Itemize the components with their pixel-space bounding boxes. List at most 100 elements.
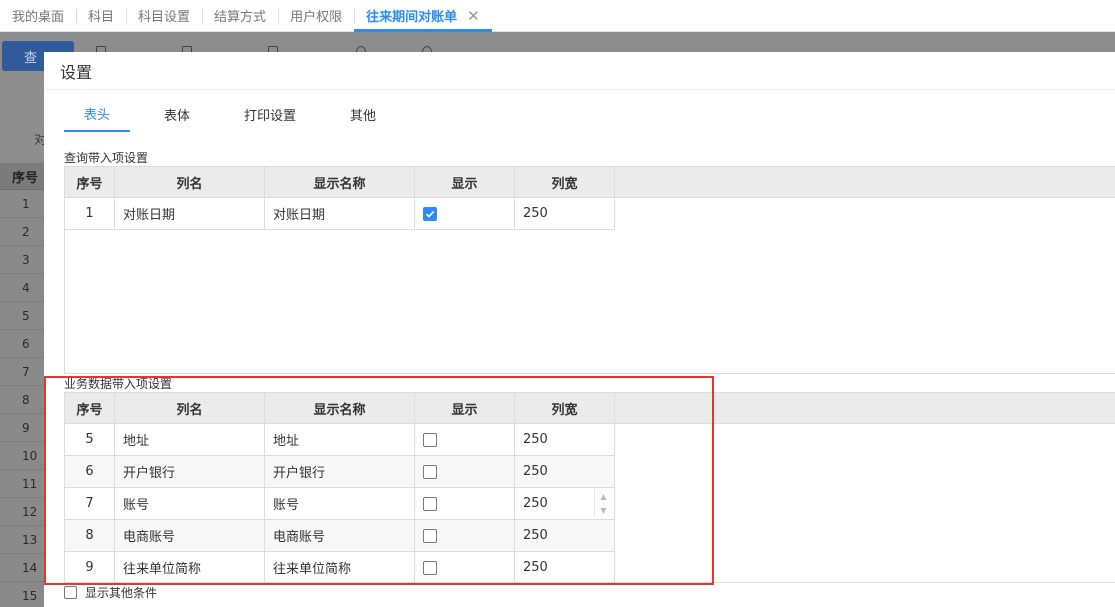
- query-section-label: 查询带入项设置: [64, 151, 149, 165]
- table-row[interactable]: 9 往来单位简称 往来单位简称 250: [65, 552, 1115, 584]
- tab-label: 科目设置: [138, 10, 191, 25]
- row-name: 地址: [115, 424, 265, 456]
- row-display-name-input[interactable]: 电商账号: [265, 520, 415, 552]
- row-number: 1: [0, 190, 44, 218]
- tab-print-settings[interactable]: 打印设置: [224, 96, 316, 132]
- row-no: 1: [65, 198, 115, 230]
- show-other-conditions-checkbox[interactable]: [64, 586, 77, 599]
- tab-desktop[interactable]: 我的桌面: [0, 0, 76, 31]
- row-no: 5: [65, 424, 115, 456]
- tab-label: 科目: [88, 10, 115, 25]
- number-spinner: ▲ ▼: [594, 489, 612, 518]
- column-header-no: 序号: [65, 393, 115, 423]
- row-name: 账号: [115, 488, 265, 520]
- check-icon: [425, 210, 435, 218]
- row-number: 8: [0, 386, 44, 414]
- tab-header[interactable]: 表头: [64, 96, 131, 132]
- table-row[interactable]: 5 地址 地址 250: [65, 424, 1115, 456]
- row-number: 3: [0, 246, 44, 274]
- table-row[interactable]: 6 开户银行 开户银行 250: [65, 456, 1115, 488]
- table-row[interactable]: 8 电商账号 电商账号 250: [65, 520, 1115, 552]
- show-checkbox[interactable]: [423, 206, 437, 221]
- header-spacer: [615, 393, 1115, 423]
- row-no: 8: [65, 520, 115, 552]
- column-header-width: 列宽: [515, 167, 615, 197]
- business-section-label: 业务数据带入项设置: [64, 377, 173, 391]
- column-header-width: 列宽: [515, 393, 615, 423]
- row-display-name-input[interactable]: 对账日期: [265, 198, 415, 230]
- row-display-name-input[interactable]: 开户银行: [265, 456, 415, 488]
- tab-other[interactable]: 其他: [330, 96, 396, 132]
- tab-user-permission[interactable]: 用户权限: [278, 0, 354, 31]
- row-number: 12: [0, 498, 44, 526]
- row-width-cell: 250 ▲ ▼: [515, 488, 615, 520]
- tab-subject-settings[interactable]: 科目设置: [126, 0, 202, 31]
- table-header: 序号 列名 显示名称 显示 列宽: [65, 393, 1115, 424]
- tab-label: 往来期间对账单: [366, 10, 458, 25]
- row-number: 9: [0, 414, 44, 442]
- row-number: 13: [0, 526, 44, 554]
- column-header-show: 显示: [415, 167, 515, 197]
- tab-settlement-method[interactable]: 结算方式: [202, 0, 278, 31]
- row-width-input[interactable]: 250: [515, 198, 615, 230]
- close-icon[interactable]: ✕: [467, 7, 480, 25]
- tab-period-statement[interactable]: 往来期间对账单 ✕: [354, 0, 492, 32]
- column-header-name: 列名: [115, 167, 265, 197]
- row-number: 6: [0, 330, 44, 358]
- tab-label: 结算方式: [214, 10, 267, 25]
- row-number: 15: [0, 582, 44, 607]
- row-width-input[interactable]: 250: [515, 520, 615, 552]
- settings-dialog: 设置 表头 表体 打印设置 其他 查询带入项设置 序号 列名 显示名称 显示 列…: [44, 52, 1115, 607]
- row-no: 7: [65, 488, 115, 520]
- show-other-conditions-option[interactable]: 显示其他条件: [64, 584, 157, 601]
- row-show-cell: [415, 424, 515, 456]
- background-row-numbers: 序号 1 2 3 4 5 6 7 8 9 10 11 12 13 14 15: [0, 163, 44, 607]
- table-row[interactable]: 7 账号 账号 250 ▲ ▼: [65, 488, 1115, 520]
- row-width-input[interactable]: 250: [515, 456, 615, 488]
- row-display-name-input[interactable]: 地址: [265, 424, 415, 456]
- show-checkbox[interactable]: [423, 528, 437, 543]
- row-number: 7: [0, 358, 44, 386]
- row-no: 6: [65, 456, 115, 488]
- row-number: 10: [0, 442, 44, 470]
- row-name: 电商账号: [115, 520, 265, 552]
- tab-label: 我的桌面: [12, 10, 65, 25]
- dialog-title: 设置: [44, 52, 1115, 90]
- tab-label: 用户权限: [290, 10, 343, 25]
- row-show-cell: [415, 488, 515, 520]
- row-name: 对账日期: [115, 198, 265, 230]
- show-checkbox[interactable]: [423, 496, 437, 511]
- row-no: 9: [65, 552, 115, 584]
- business-table: 序号 列名 显示名称 显示 列宽 5 地址 地址 250 6 开户银行 开户银行…: [64, 392, 1115, 584]
- show-checkbox[interactable]: [423, 464, 437, 479]
- row-show-cell: [415, 552, 515, 584]
- show-checkbox[interactable]: [423, 432, 437, 447]
- chevron-up-icon[interactable]: ▲: [595, 489, 612, 504]
- settings-tabs: 表头 表体 打印设置 其他: [64, 96, 410, 132]
- table-header: 序号 列名 显示名称 显示 列宽: [65, 167, 1115, 198]
- row-number: 2: [0, 218, 44, 246]
- chevron-down-icon[interactable]: ▼: [595, 504, 612, 519]
- row-display-name-input[interactable]: 往来单位简称: [265, 552, 415, 584]
- row-show-cell: [415, 456, 515, 488]
- tab-body[interactable]: 表体: [144, 96, 210, 132]
- show-checkbox[interactable]: [423, 560, 437, 575]
- tab-subject[interactable]: 科目: [76, 0, 126, 31]
- row-width-input[interactable]: 250: [523, 496, 548, 511]
- row-number: 14: [0, 554, 44, 582]
- row-display-name-input[interactable]: 账号: [265, 488, 415, 520]
- row-width-input[interactable]: 250: [515, 424, 615, 456]
- row-number: 11: [0, 470, 44, 498]
- row-width-input[interactable]: 250: [515, 552, 615, 584]
- header-spacer: [615, 167, 1115, 197]
- column-header-display-name: 显示名称: [265, 167, 415, 197]
- show-other-conditions-label: 显示其他条件: [85, 586, 158, 600]
- query-label: 查: [24, 50, 38, 66]
- row-show-cell: [415, 198, 515, 230]
- num-header: 序号: [0, 163, 44, 190]
- column-header-no: 序号: [65, 167, 115, 197]
- row-show-cell: [415, 520, 515, 552]
- table-row[interactable]: 1 对账日期 对账日期 250: [65, 198, 1115, 230]
- query-table: 序号 列名 显示名称 显示 列宽 1 对账日期 对账日期 250: [64, 166, 1115, 374]
- row-number: 4: [0, 274, 44, 302]
